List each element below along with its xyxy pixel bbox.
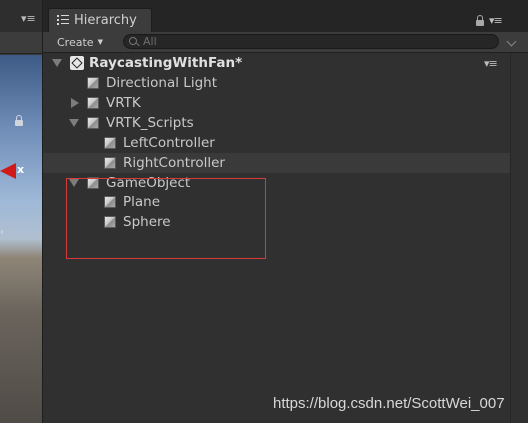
left-panel-menu-icon[interactable]: ▾≡ <box>21 12 36 25</box>
x-axis-gizmo-arrow[interactable] <box>0 163 16 179</box>
watermark-text: https://blog.csdn.net/ScottWei_007 <box>273 395 505 412</box>
scene-viewport[interactable]: x ‹ <box>0 55 42 423</box>
tab-hierarchy-label: Hierarchy <box>74 13 137 28</box>
hierarchy-item-leftcontroller[interactable]: LeftController <box>43 133 510 153</box>
annotation-highlight-box <box>66 178 266 259</box>
gameobject-cube-icon <box>104 157 116 169</box>
list-icon <box>57 15 70 25</box>
x-axis-label: x <box>17 163 25 176</box>
gameobject-cube-icon <box>87 97 99 109</box>
expand-arrow-icon[interactable] <box>69 119 79 127</box>
hierarchy-panel: Hierarchy ▾≡ Create ▼ All RaycastingWithF… <box>43 0 528 423</box>
create-label: Create <box>57 36 94 49</box>
item-label: VRTK <box>106 95 141 111</box>
vertical-scrollbar[interactable] <box>510 53 528 423</box>
scene-name: RaycastingWithFan* <box>89 55 243 71</box>
hierarchy-search-input[interactable]: All <box>123 34 499 49</box>
left-tab-bar: ▾≡ <box>0 0 42 32</box>
unity-scene-icon <box>70 56 84 70</box>
hierarchy-item-rightcontroller[interactable]: RightController <box>43 153 510 173</box>
lock-icon[interactable] <box>476 15 484 26</box>
expand-arrow-icon[interactable] <box>52 59 62 67</box>
dropdown-caret-icon: ▼ <box>97 38 103 46</box>
gameobject-cube-icon <box>87 77 99 89</box>
collapse-arrow-icon[interactable] <box>71 98 79 108</box>
search-cancel-icon[interactable] <box>506 36 517 47</box>
left-toolbar <box>0 32 42 83</box>
tab-hierarchy[interactable]: Hierarchy <box>48 8 152 32</box>
scene-menu-icon[interactable]: ▾≡ <box>484 57 498 70</box>
scene-side-glyph: ‹ <box>0 227 4 238</box>
search-icon[interactable] <box>129 37 137 45</box>
gameobject-cube-icon <box>104 137 116 149</box>
panel-menu-icon[interactable]: ▾≡ <box>489 14 503 27</box>
scene-view-panel: ▾≡ x ‹ <box>0 0 43 423</box>
scene-root-row[interactable]: RaycastingWithFan* ▾≡ <box>43 53 510 73</box>
create-dropdown-button[interactable]: Create ▼ <box>57 34 115 50</box>
search-placeholder: All <box>143 35 157 48</box>
hierarchy-tab-bar: Hierarchy ▾≡ <box>43 0 528 32</box>
item-label: Directional Light <box>106 75 217 91</box>
hierarchy-item-vrtk-scripts[interactable]: VRTK_Scripts <box>43 113 510 133</box>
item-label: RightController <box>123 155 225 171</box>
item-label: LeftController <box>123 135 215 151</box>
item-label: VRTK_Scripts <box>106 115 194 131</box>
gameobject-cube-icon <box>87 117 99 129</box>
hierarchy-item-vrtk[interactable]: VRTK <box>43 93 510 113</box>
lock-icon[interactable] <box>15 115 23 126</box>
hierarchy-item-directional-light[interactable]: Directional Light <box>43 73 510 93</box>
hierarchy-toolbar: Create ▼ All <box>43 32 528 53</box>
